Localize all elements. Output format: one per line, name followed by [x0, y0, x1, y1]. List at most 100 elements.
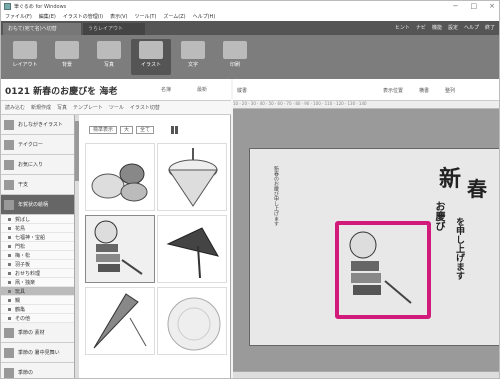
bullet-icon — [8, 226, 11, 230]
align-label[interactable]: 整列 — [445, 87, 455, 94]
bullet-icon — [8, 253, 11, 257]
tool-tools[interactable]: ツール — [109, 104, 124, 111]
hint-button[interactable]: ヒント — [395, 24, 410, 31]
star-icon — [4, 159, 14, 170]
category-season1[interactable]: 季節の 素材 — [1, 323, 74, 343]
sidebar-subitem[interactable]: 凧・独楽 — [1, 278, 74, 287]
calligraphy-moushiage[interactable]: を申し上げます — [453, 217, 466, 280]
sidebar-subitem[interactable]: その他 — [1, 314, 74, 323]
filter-select[interactable]: 全て — [136, 126, 155, 134]
category-osinagaki[interactable]: おしながきイラスト — [1, 115, 74, 135]
illust-cell-metal-top[interactable] — [157, 215, 227, 283]
exit-button[interactable]: 終了 — [485, 24, 495, 31]
bullet-icon — [8, 298, 11, 302]
tool-illust-switch[interactable]: イラスト切替 — [130, 104, 160, 111]
category-icon — [4, 347, 14, 358]
illust-cell-ball[interactable] — [157, 287, 227, 355]
illust-cell-kite[interactable] — [85, 287, 155, 355]
vertical-write-label[interactable]: 縦書 — [237, 87, 247, 94]
tool-photo[interactable]: 写真 — [57, 104, 67, 111]
category-label: テイクロー — [18, 142, 43, 148]
subitem-label: 凧・独楽 — [15, 279, 36, 286]
tool-load[interactable]: 読み込む — [5, 104, 25, 111]
grid-view-icon[interactable] — [171, 126, 180, 134]
update-button[interactable]: 最新 — [197, 86, 207, 93]
category-label: 年賀状の絵柄 — [18, 202, 49, 208]
sidebar-subitem[interactable]: 羽子板 — [1, 260, 74, 269]
sidebar-subitem[interactable]: おせち料理 — [1, 269, 74, 278]
illust-cell-top[interactable] — [157, 143, 227, 211]
category-icon — [4, 139, 14, 150]
bullet-icon — [8, 271, 11, 275]
greeting-text[interactable]: 新春のお慶び申し上げます — [271, 166, 280, 226]
crackers-illustration — [91, 163, 148, 202]
calligraphy-oyorokobi[interactable]: お慶び — [431, 201, 446, 231]
bullet-icon — [8, 280, 11, 284]
bullet-icon — [8, 244, 11, 248]
help-button[interactable]: ヘルプ — [464, 24, 479, 31]
tab-back-layout[interactable]: うらレイアウト — [83, 23, 145, 35]
menu-help[interactable]: ヘルプ(H) — [193, 13, 216, 20]
sidebar-subitem[interactable]: 門松 — [1, 242, 74, 251]
ribbon-text-button[interactable]: 文字 — [173, 39, 213, 75]
ribbon: レイアウト 背景 写真 イラスト 文字 印刷 — [1, 35, 499, 79]
tab-address-side[interactable]: おもて(宛て名)へ切替 — [3, 23, 81, 35]
category-icon — [4, 367, 14, 378]
category-eto[interactable]: 干支 — [1, 175, 74, 195]
settings-button[interactable]: 設定 — [448, 24, 458, 31]
menu-tools[interactable]: ツール(T) — [134, 13, 156, 20]
category-label: お気に入り — [18, 162, 44, 168]
ribbon-background-button[interactable]: 背景 — [47, 39, 87, 75]
ball-illustration — [167, 297, 221, 351]
illust-cell-daruma[interactable] — [85, 215, 155, 283]
maximize-button[interactable]: □ — [471, 2, 478, 10]
navi-button[interactable]: ナビ — [416, 24, 426, 31]
category-newyear[interactable]: 年賀状の絵柄 — [1, 195, 74, 215]
category-icon — [4, 327, 14, 338]
menu-file[interactable]: ファイル(F) — [5, 13, 32, 20]
calligraphy-haru[interactable]: 春 — [467, 173, 487, 202]
ribbon-photo-button[interactable]: 写真 — [89, 39, 129, 75]
ribbon-illust-button[interactable]: イラスト — [131, 39, 171, 75]
close-button[interactable]: × — [489, 2, 495, 10]
category-sidebar: おしながきイラスト テイクロー お気に入り 干支 年賀状の絵柄 賀ばし 花鳥 七… — [1, 115, 75, 378]
function-button[interactable]: 機能 — [432, 24, 442, 31]
menu-illust[interactable]: イラストの管理(I) — [63, 13, 103, 20]
minimize-button[interactable]: − — [453, 2, 459, 10]
subitem-label: 賀ばし — [15, 216, 31, 223]
sidebar-subitem[interactable]: 鯛 — [1, 296, 74, 305]
tool-template[interactable]: テンプレート — [73, 104, 103, 111]
category-favorites[interactable]: お気に入り — [1, 155, 74, 175]
zoom-select[interactable]: 大 — [120, 126, 134, 134]
help-bar: ヒント ナビ 機能 設定 ヘルプ 終了 — [395, 24, 495, 31]
spinning-top-illustration — [168, 148, 218, 207]
sidebar-subitem[interactable]: 七福神・宝船 — [1, 233, 74, 242]
menu-zoom[interactable]: ズーム(Z) — [163, 13, 185, 20]
menu-view[interactable]: 表示(V) — [110, 13, 127, 20]
position-label[interactable]: 表示位置 — [383, 87, 403, 94]
sort-select[interactable]: 標準表示 — [89, 126, 118, 134]
sidebar-subitem-selected[interactable]: 玩具 — [1, 287, 74, 296]
bullet-icon — [8, 316, 11, 320]
horizontal-write-label[interactable]: 横書 — [419, 87, 429, 94]
sidebar-subitem[interactable]: 梅・松 — [1, 251, 74, 260]
add-button[interactable]: 名簿 — [161, 86, 171, 93]
category-takeoff[interactable]: テイクロー — [1, 135, 74, 155]
sidebar-subitem[interactable]: 花鳥 — [1, 224, 74, 233]
sidebar-subitem[interactable]: 賀ばし — [1, 215, 74, 224]
category-season2[interactable]: 季節の 暑中見舞い — [1, 343, 74, 363]
sidebar-subitem[interactable]: 鶴亀 — [1, 305, 74, 314]
ribbon-print-button[interactable]: 印刷 — [215, 39, 255, 75]
subitem-label: 玩具 — [15, 288, 26, 295]
category-icon — [4, 179, 14, 190]
category-season3[interactable]: 季節の — [1, 363, 74, 378]
illust-cell-crackers[interactable] — [85, 143, 155, 211]
subitem-label: その他 — [15, 315, 31, 322]
page-title: 0121 新春のお慶びを 海老 — [5, 87, 118, 97]
menu-edit[interactable]: 編集(E) — [39, 13, 56, 20]
calligraphy-shin[interactable]: 新 — [439, 161, 461, 193]
subitem-label: 門松 — [15, 243, 26, 250]
ribbon-layout-button[interactable]: レイアウト — [5, 39, 45, 75]
tool-new[interactable]: 新規作成 — [31, 104, 51, 111]
category-label: おしながきイラスト — [18, 122, 63, 128]
